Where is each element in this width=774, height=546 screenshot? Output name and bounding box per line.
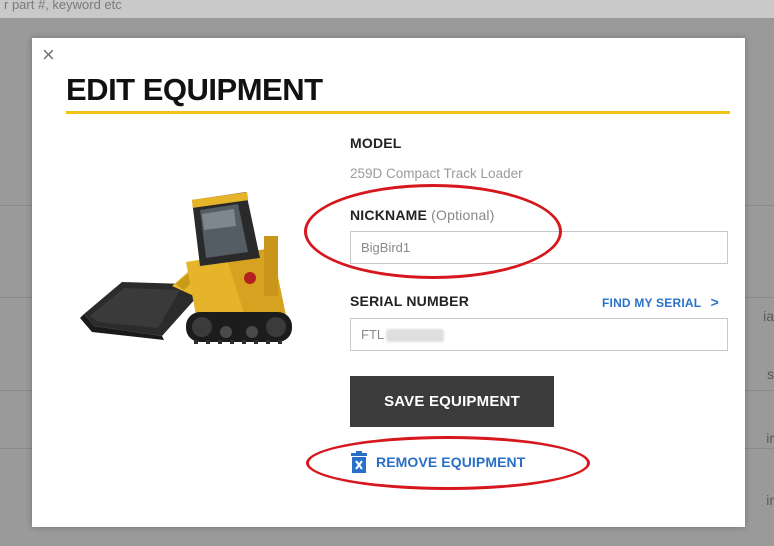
compact-track-loader-image (80, 192, 292, 344)
annotation-circle-nickname (304, 184, 562, 279)
find-my-serial-link[interactable]: FIND MY SERIAL > (602, 294, 719, 310)
chevron-right-icon: > (710, 294, 719, 310)
find-my-serial-text: FIND MY SERIAL (602, 296, 702, 310)
edit-equipment-modal: × EDIT EQUIPMENT MODEL 259D Compact Trac… (32, 38, 745, 527)
title-underline (66, 111, 730, 114)
serial-number-label: SERIAL NUMBER (350, 293, 470, 309)
serial-number-value: FTL (361, 327, 385, 342)
save-equipment-button[interactable]: SAVE EQUIPMENT (350, 376, 554, 427)
background-text: ir (766, 430, 774, 446)
background-search-bar: r part #, keyword etc (0, 0, 774, 18)
serial-number-field[interactable]: FTL (350, 318, 728, 351)
redacted-serial (386, 329, 445, 343)
annotation-circle-remove (306, 436, 590, 490)
close-icon[interactable]: × (42, 44, 55, 66)
background-text: ir (766, 492, 774, 508)
modal-title: EDIT EQUIPMENT (66, 72, 323, 107)
model-label: MODEL (350, 135, 402, 151)
background-text: ia (763, 308, 774, 324)
model-value: 259D Compact Track Loader (350, 166, 523, 181)
background-text: s (767, 366, 774, 382)
